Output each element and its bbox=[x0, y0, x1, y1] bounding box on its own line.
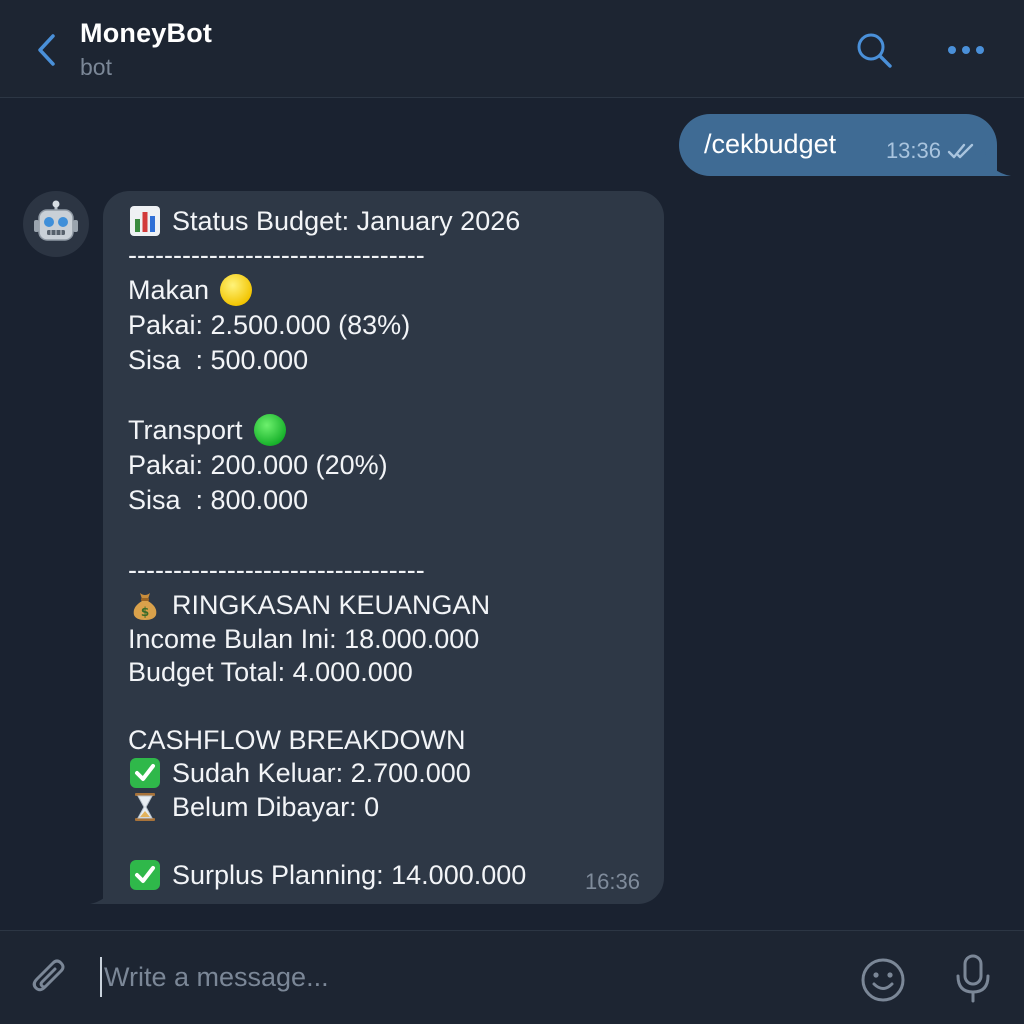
cashflow-heading: CASHFLOW BREAKDOWN bbox=[128, 725, 466, 755]
paperclip-icon bbox=[32, 959, 65, 992]
status-title: Status Budget: January 2026 bbox=[172, 206, 521, 236]
chat-subtitle: bot bbox=[80, 54, 112, 80]
outgoing-message-text: /cekbudget bbox=[704, 129, 837, 159]
budget-total-line: Budget Total: 4.000.000 bbox=[128, 657, 413, 687]
search-icon bbox=[857, 33, 892, 68]
summary-heading: $ RINGKASAN KEUANGAN bbox=[128, 588, 490, 622]
double-check-icon bbox=[947, 143, 974, 159]
robot-icon bbox=[34, 200, 78, 241]
yellow-circle-icon bbox=[219, 273, 253, 307]
search-button[interactable] bbox=[852, 28, 896, 72]
more-horizontal-icon bbox=[948, 46, 984, 54]
category-label: Makan bbox=[128, 275, 210, 305]
chat-title: MoneyBot bbox=[80, 18, 213, 48]
unpaid-line: Belum Dibayar: 0 bbox=[128, 790, 379, 824]
category-label: Transport bbox=[128, 415, 243, 445]
message-line: Status Budget: January 2026 bbox=[128, 204, 520, 238]
chat-header: MoneyBot bot bbox=[0, 0, 1024, 98]
back-button[interactable] bbox=[28, 28, 64, 72]
money-bag-icon: $ bbox=[128, 588, 162, 622]
voice-button[interactable] bbox=[948, 951, 998, 1007]
chat-info[interactable]: MoneyBot bot bbox=[80, 16, 212, 82]
outgoing-message-time: 13:36 bbox=[885, 138, 941, 163]
avatar[interactable] bbox=[23, 191, 89, 257]
emoji-button[interactable] bbox=[858, 955, 908, 1005]
category-transport: Transport bbox=[128, 413, 287, 447]
attach-button[interactable] bbox=[26, 953, 72, 1003]
incoming-message[interactable]: Status Budget: January 2026 ------------… bbox=[103, 191, 664, 904]
transport-used: Pakai: 200.000 (20%) bbox=[128, 450, 388, 480]
incoming-message-time: 16:36 bbox=[584, 869, 640, 894]
outgoing-message[interactable]: /cekbudget 13:36 bbox=[679, 114, 997, 176]
chevron-left-icon bbox=[38, 34, 55, 66]
divider-line: --------------------------------- bbox=[128, 555, 425, 585]
chat-window: MoneyBot bot /cekbudget 13:36 Status Bud… bbox=[0, 0, 1024, 1024]
microphone-icon bbox=[956, 954, 990, 1003]
surplus-line: Surplus Planning: 14.000.000 bbox=[128, 858, 526, 892]
divider-line: --------------------------------- bbox=[128, 240, 425, 270]
summary-title: RINGKASAN KEUANGAN bbox=[172, 590, 491, 620]
check-mark-icon bbox=[128, 756, 162, 790]
green-circle-icon bbox=[253, 413, 287, 447]
unpaid-text: Belum Dibayar: 0 bbox=[172, 792, 380, 822]
svg-text:$: $ bbox=[141, 605, 149, 619]
outgoing-message-meta: 13:36 bbox=[886, 138, 975, 164]
paid-line: Sudah Keluar: 2.700.000 bbox=[128, 756, 471, 790]
outgoing-bubble-tail bbox=[985, 152, 1011, 176]
transport-remaining: Sisa : 800.000 bbox=[128, 485, 309, 515]
more-button[interactable] bbox=[942, 28, 990, 72]
bar-chart-icon bbox=[128, 204, 162, 238]
message-input[interactable] bbox=[100, 957, 800, 997]
category-makan: Makan bbox=[128, 273, 253, 307]
paid-text: Sudah Keluar: 2.700.000 bbox=[172, 758, 471, 788]
makan-used: Pakai: 2.500.000 (83%) bbox=[128, 310, 411, 340]
surplus-text: Surplus Planning: 14.000.000 bbox=[172, 860, 527, 890]
check-mark-icon bbox=[128, 858, 162, 892]
income-line: Income Bulan Ini: 18.000.000 bbox=[128, 624, 480, 654]
smiley-icon bbox=[861, 958, 905, 1002]
hourglass-icon bbox=[128, 790, 162, 824]
makan-remaining: Sisa : 500.000 bbox=[128, 345, 309, 375]
message-composer bbox=[0, 930, 1024, 1024]
